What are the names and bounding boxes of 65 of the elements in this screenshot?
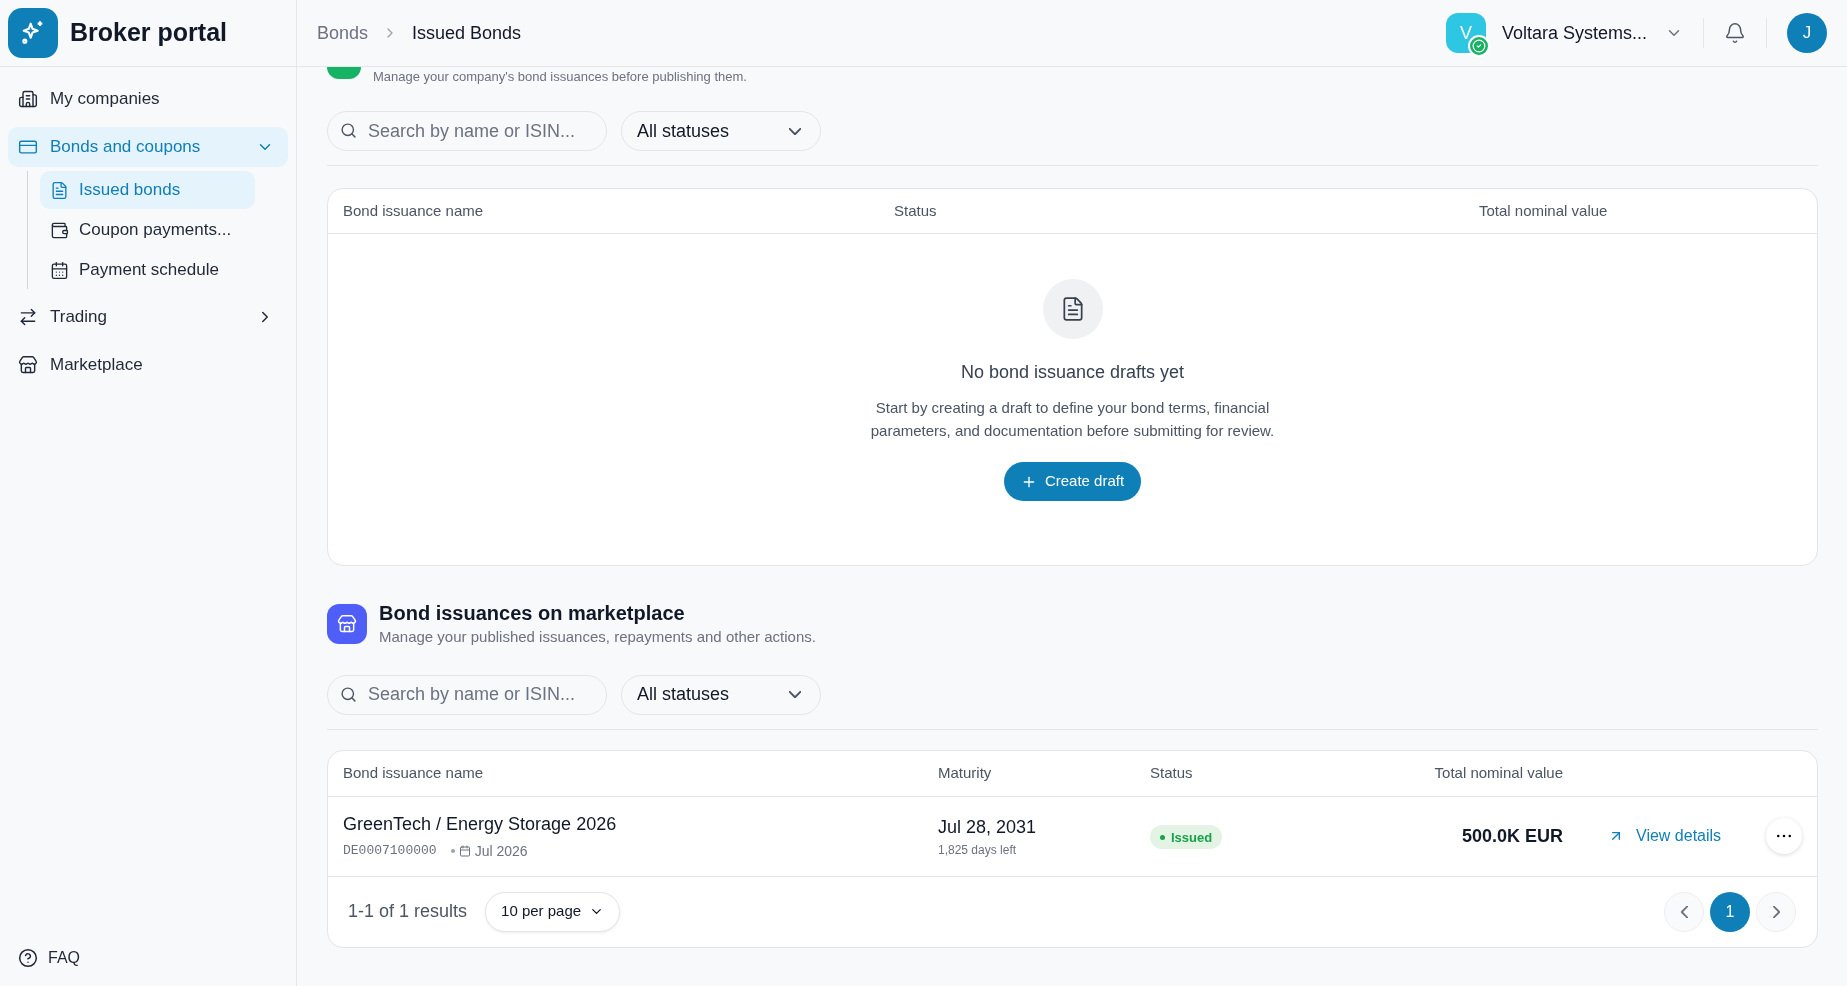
store-icon — [18, 355, 38, 375]
store-icon — [327, 604, 367, 645]
create-draft-button[interactable]: Create draft — [1003, 462, 1142, 501]
calendar-icon — [50, 260, 69, 280]
building-icon — [18, 89, 38, 109]
more-icon — [1777, 834, 1791, 838]
card-icon — [18, 137, 38, 157]
document-icon — [50, 180, 69, 200]
column-header: Bond issuance name — [343, 200, 485, 221]
breadcrumb-item: Issued Bonds — [412, 21, 522, 45]
section-title: Bond issuances on marketplace — [379, 601, 686, 626]
bond-name: GreenTech / Energy Storage 2026 — [343, 812, 618, 836]
maturity-date: Jul 28, 2031 — [938, 815, 1038, 839]
sidebar-item[interactable]: My companies — [8, 79, 288, 119]
chevron-left-icon — [1680, 905, 1688, 918]
view-details-link[interactable]: View details — [1608, 824, 1722, 848]
page-button[interactable]: 1 — [1710, 891, 1750, 932]
faq-link[interactable]: FAQ — [0, 946, 296, 986]
sidebar-item[interactable]: Trading — [8, 297, 288, 337]
sidebar-subitem[interactable]: Issued bonds — [40, 171, 255, 209]
per-page-dropdown[interactable]: 10 per page — [485, 891, 621, 932]
status-label: Issued — [1171, 828, 1213, 847]
days-left: 1,825 days left — [938, 841, 1018, 859]
empty-state-title: No bond issuance drafts yet — [960, 361, 1185, 384]
help-icon — [18, 948, 38, 968]
column-header: Maturity — [938, 762, 993, 783]
sidebar-subitem[interactable]: Coupon payments... — [40, 211, 255, 249]
isin-code: DE0007100000 — [343, 842, 437, 861]
section-subtitle: Manage your published issuances, repayments and other actions. — [379, 627, 816, 647]
column-header: Total nominal value — [1433, 762, 1563, 783]
column-header: Bond issuance name — [343, 762, 485, 783]
account-switcher[interactable]: V Voltara Systems... — [1445, 13, 1683, 53]
sidebar-subitem[interactable]: Payment schedule — [40, 251, 255, 289]
calendar-icon — [458, 845, 471, 857]
column-header: Status — [1150, 762, 1194, 783]
sidebar-item[interactable]: Marketplace — [8, 345, 288, 385]
logo-icon — [8, 8, 58, 58]
status-dropdown[interactable]: All statuses — [621, 674, 821, 715]
sidebar-item[interactable]: Bonds and coupons — [8, 127, 288, 167]
chevron-right-icon — [1772, 905, 1780, 918]
chevron-down-icon — [789, 127, 801, 135]
search-icon — [340, 122, 357, 139]
previous-page-button[interactable] — [1664, 891, 1704, 932]
search-field[interactable]: Search by name or ISIN... — [327, 111, 607, 151]
issue-date: Jul 2026 — [474, 841, 528, 861]
section-subtitle: Manage your company's bond issuances before publishing them. — [373, 68, 747, 87]
account-name: Voltara Systems... — [1501, 21, 1647, 45]
app-title: Broker portal — [70, 17, 227, 49]
search-field[interactable]: Search by name or ISIN... — [327, 674, 607, 715]
notifications-icon[interactable] — [1724, 22, 1746, 44]
breadcrumb-item[interactable]: Bonds — [317, 19, 369, 47]
empty-state-description: Start by creating a draft to define your bond terms, financial parameters, and documentation before submitting for review. — [869, 398, 1276, 441]
search-icon — [340, 685, 357, 703]
arrows-icon — [18, 307, 38, 327]
column-header: Total nominal value — [1479, 200, 1609, 221]
user-avatar[interactable]: J — [1787, 13, 1827, 53]
next-page-button[interactable] — [1756, 891, 1796, 932]
total-value: 500.0K EUR — [1460, 824, 1563, 848]
section-icon — [327, 67, 361, 79]
chevron-down-icon — [789, 691, 801, 698]
status-dropdown[interactable]: All statuses — [621, 111, 821, 151]
wallet-icon — [50, 220, 69, 240]
results-summary: 1-1 of 1 results — [348, 900, 468, 923]
column-header: Status — [894, 200, 938, 221]
more-actions-button[interactable] — [1766, 818, 1802, 854]
